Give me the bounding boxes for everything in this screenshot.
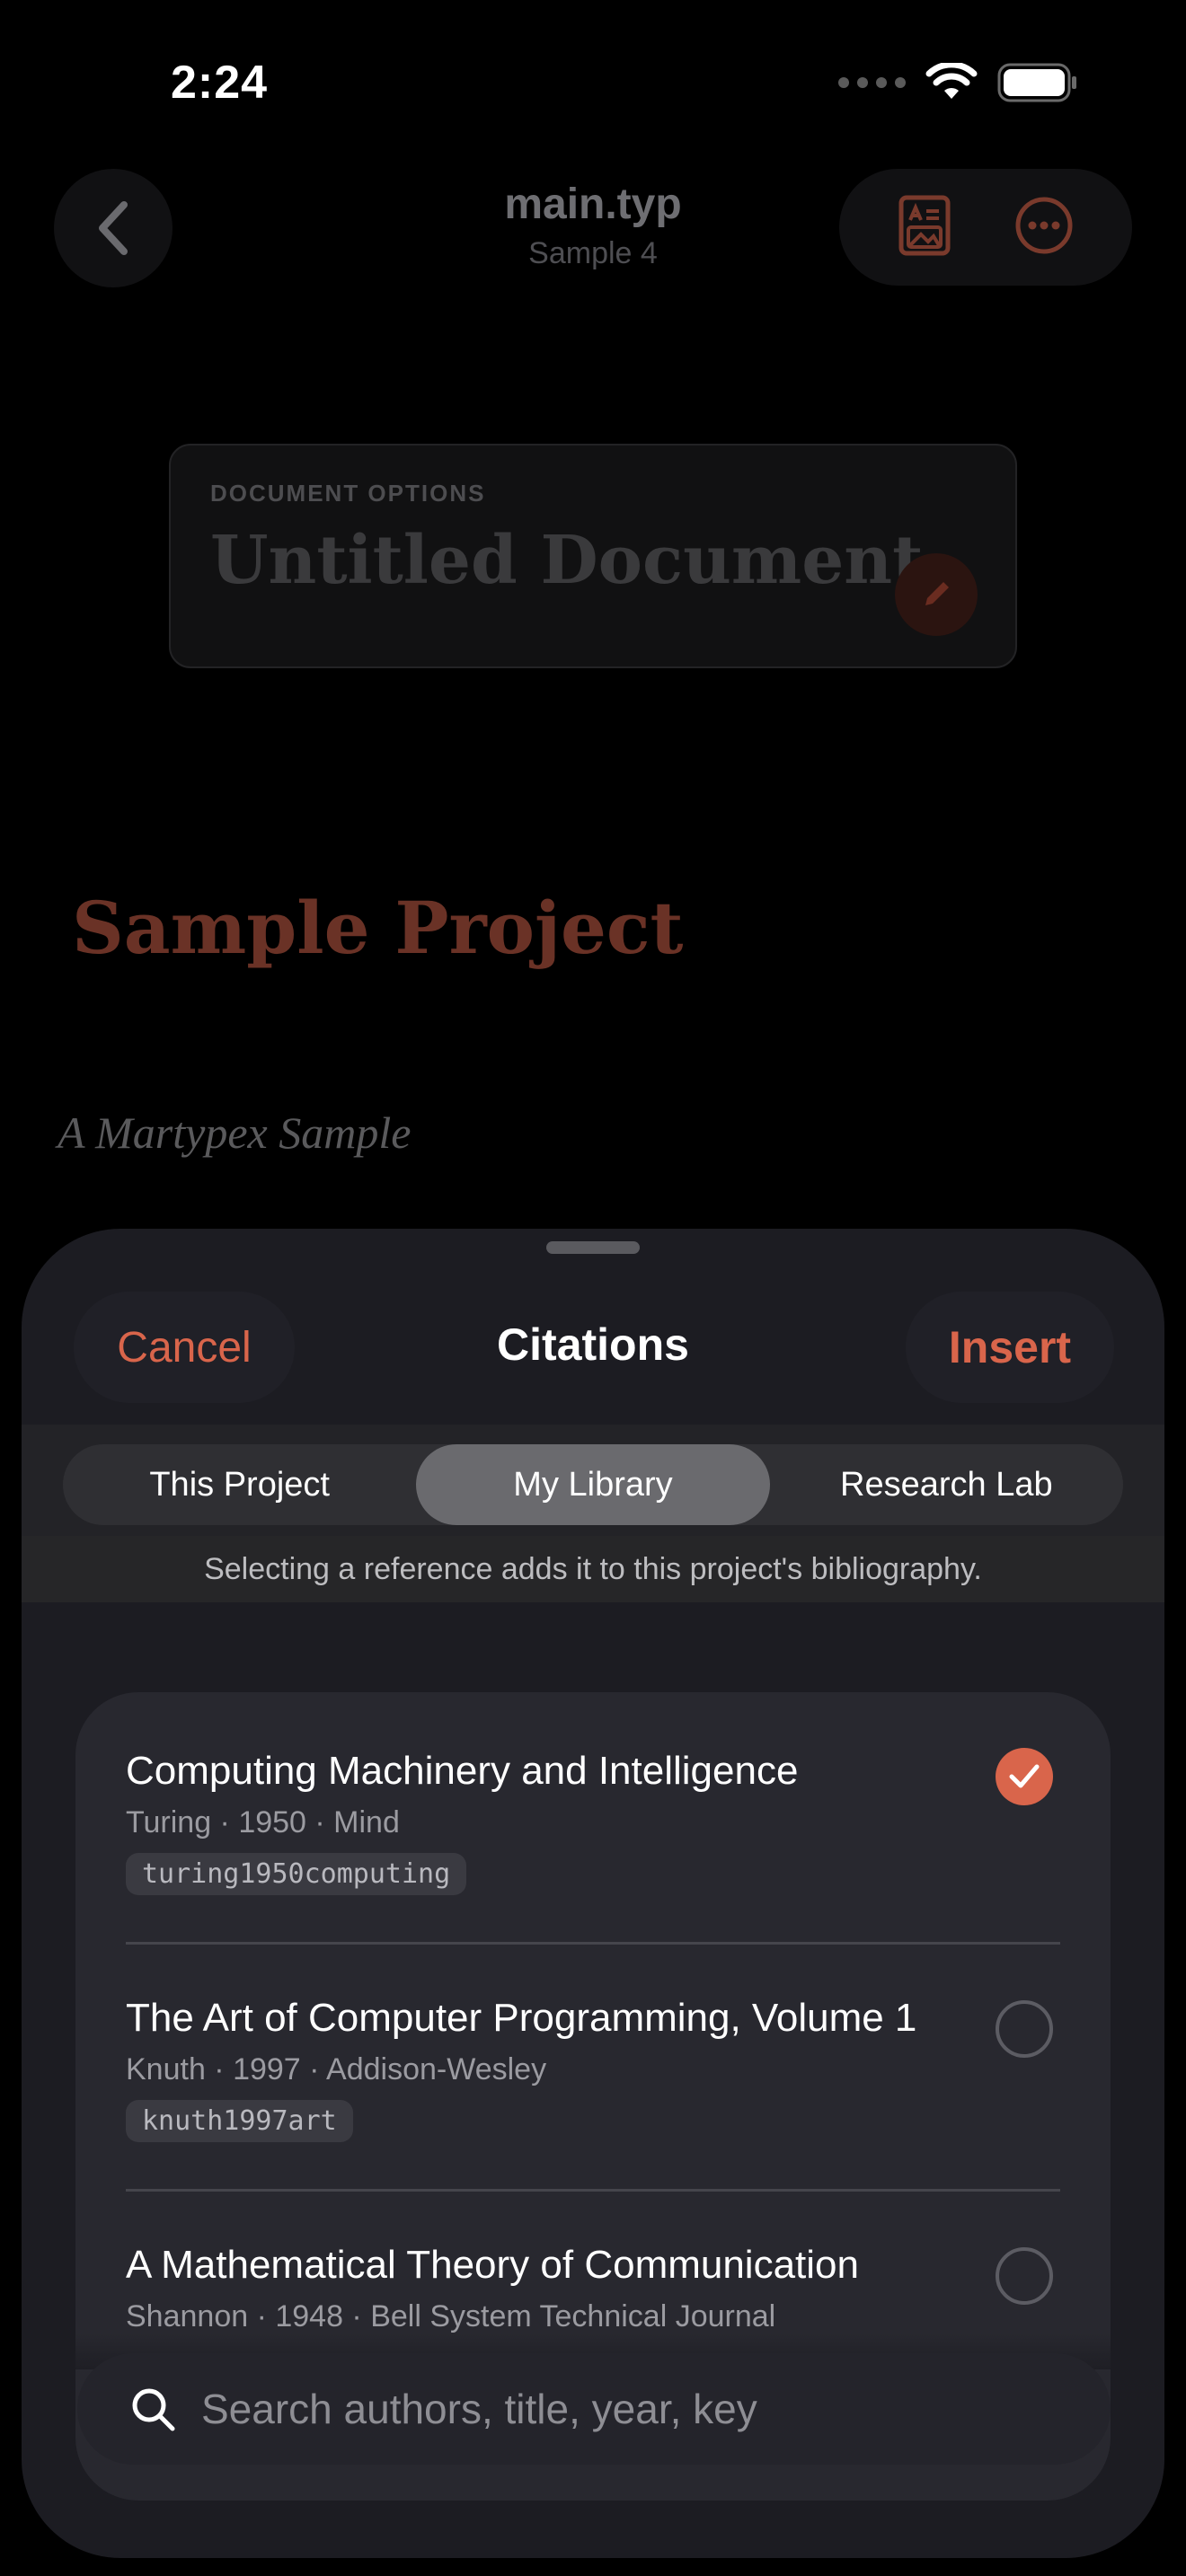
wifi-icon [925,63,978,99]
search-bar[interactable] [77,2353,1111,2465]
reference-key: knuth1997art [126,2100,353,2142]
more-button[interactable] [1014,196,1074,260]
status-time: 2:24 [171,57,269,109]
list-item[interactable]: Computing Machinery and Intelligence Tur… [75,1692,1111,1942]
project-subtitle: A Martypex Sample [58,1107,412,1158]
cellular-icon [838,77,906,88]
insert-button[interactable]: Insert [906,1292,1114,1403]
search-icon [132,2388,175,2431]
list-item[interactable]: The Art of Computer Programming, Volume … [75,1945,1111,2189]
segment-my-library[interactable]: My Library [416,1444,770,1525]
reference-title: Computing Machinery and Intelligence [126,1749,799,1793]
library-segmented-control: This Project My Library Research Lab [63,1444,1123,1525]
segment-this-project[interactable]: This Project [63,1444,416,1525]
selection-hint: Selecting a reference adds it to this pr… [22,1536,1164,1602]
nav-actions [839,169,1132,286]
selected-checkmark[interactable] [996,1748,1053,1805]
project-title: Sample Project [72,886,684,970]
reference-meta: Shannon · 1948 · Bell System Technical J… [126,2299,776,2333]
document-image-icon [898,195,951,255]
document-options-card[interactable]: DOCUMENT OPTIONS Untitled Document [169,444,1017,668]
status-indicators [838,63,1078,102]
reference-key: turing1950computing [126,1853,467,1895]
edit-title-button[interactable] [895,553,978,636]
reference-meta: Knuth · 1997 · Addison-Wesley [126,2052,547,2086]
ellipsis-circle-icon [1015,197,1073,253]
search-input[interactable] [201,2385,1010,2433]
pencil-icon [925,582,949,605]
checkmark-icon [1009,1764,1040,1788]
reference-meta: Turing · 1950 · Mind [126,1805,400,1839]
reference-title: The Art of Computer Programming, Volume … [126,1996,917,2040]
list-item[interactable]: A Mathematical Theory of Communication S… [75,2192,1111,2334]
segment-research-lab[interactable]: Research Lab [770,1444,1123,1525]
document-title: Untitled Document [210,522,924,599]
unselected-circle[interactable] [996,2000,1053,2058]
citations-sheet: Cancel Citations Insert This Project My … [22,1229,1164,2558]
preview-button[interactable] [898,195,951,260]
reference-title: A Mathematical Theory of Communication [126,2243,859,2287]
document-options-label: DOCUMENT OPTIONS [210,480,486,507]
unselected-circle[interactable] [996,2247,1053,2305]
battery-icon [997,63,1076,102]
sheet-grabber[interactable] [546,1241,640,1254]
